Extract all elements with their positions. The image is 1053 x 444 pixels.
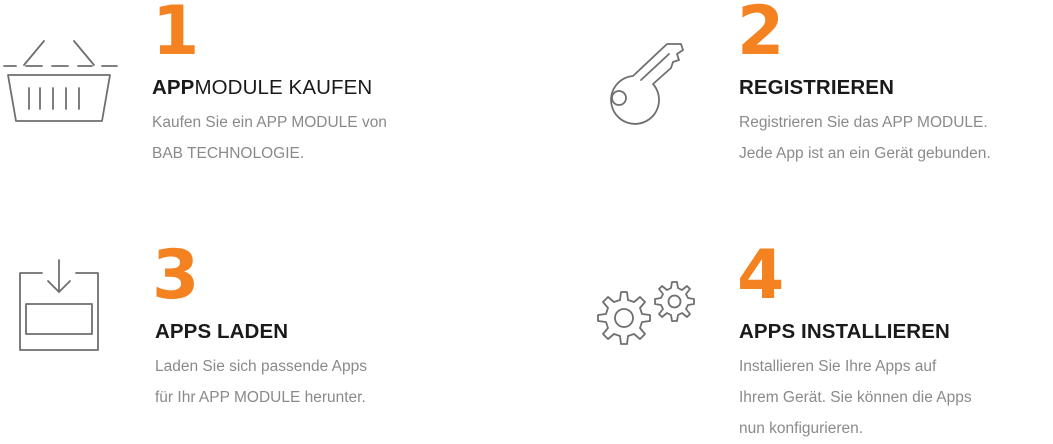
key-icon	[597, 40, 692, 125]
download-tray-icon	[14, 258, 104, 353]
step-description: Installieren Sie Ihre Apps auf Ihrem Ger…	[739, 358, 972, 437]
step-title-bold: APP	[152, 76, 195, 99]
step-number: 3	[152, 236, 200, 315]
step-title-rest: MODULE KAUFEN	[194, 76, 373, 99]
step-number: 1	[152, 0, 200, 71]
step-title: APPMODULE KAUFEN	[152, 76, 372, 100]
step-number: 2	[737, 0, 785, 71]
step-number: 4	[737, 236, 785, 315]
gears-icon	[588, 278, 706, 358]
step-title: APPS LADEN	[155, 320, 289, 343]
step-description: Kaufen Sie ein APP MODULE von BAB TECHNO…	[152, 114, 387, 162]
step-description: Registrieren Sie das APP MODULE. Jede Ap…	[739, 114, 991, 162]
step-title: REGISTRIEREN	[739, 76, 894, 99]
basket-icon	[2, 35, 120, 125]
step-description: Laden Sie sich passende Apps für Ihr APP…	[155, 358, 367, 406]
step-title: APPS INSTALLIEREN	[739, 320, 950, 343]
